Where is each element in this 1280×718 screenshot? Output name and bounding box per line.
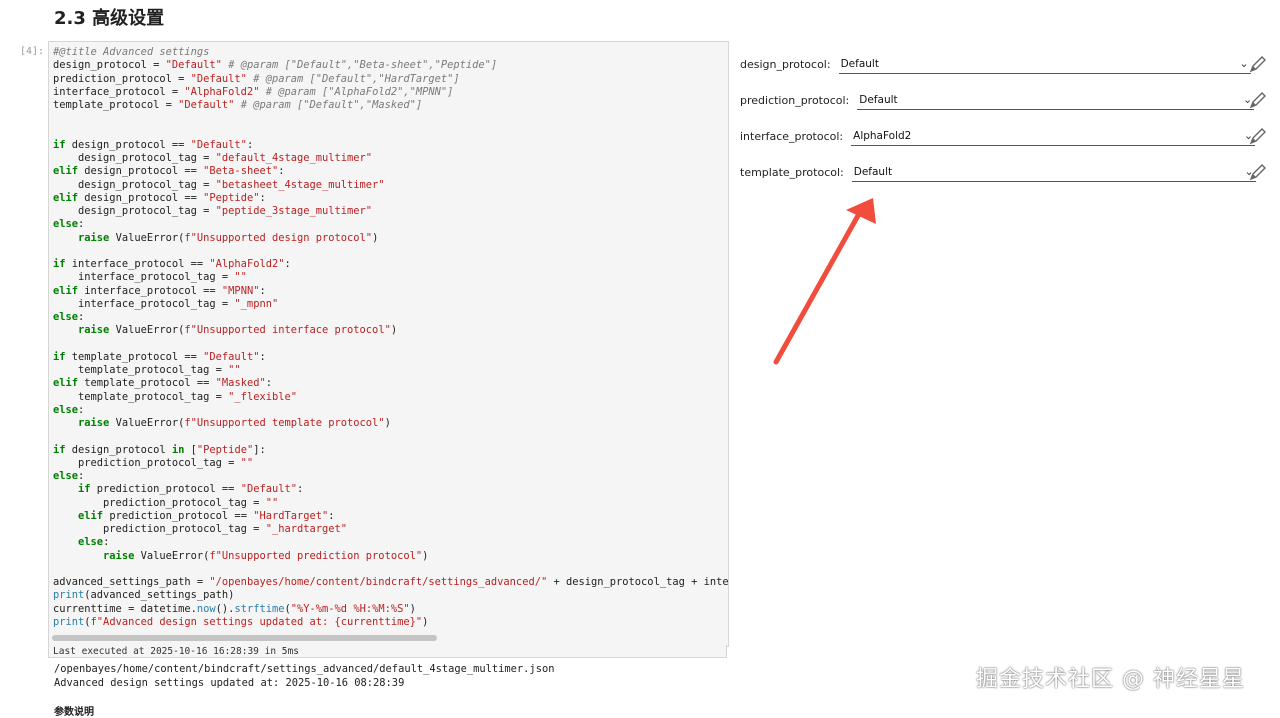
cell-output: /openbayes/home/content/bindcraft/settin… (54, 663, 554, 690)
execution-status: Last executed at 2025-10-16 16:28:39 in … (48, 645, 727, 658)
section-heading: 2.3 高级设置 (54, 8, 165, 29)
form-row-interface-protocol: interface_protocol: AlphaFold2 ⌄ (740, 124, 1256, 148)
form-row-design-protocol: design_protocol: Default ⌄ (740, 52, 1251, 76)
cut-off-heading: 参数说明 (54, 707, 94, 718)
select-value: Default (853, 165, 893, 178)
watermark: 掘金技术社区 @ 神经星星 (976, 667, 1245, 692)
code-cell[interactable]: #@title Advanced settings design_protoco… (48, 41, 729, 647)
pencil-icon[interactable] (1248, 162, 1268, 182)
select-value: AlphaFold2 (853, 129, 912, 142)
output-line: /openbayes/home/content/bindcraft/settin… (54, 663, 555, 675)
form-row-template-protocol: template_protocol: Default ⌄ (740, 160, 1256, 184)
field-label: design_protocol: (740, 57, 831, 71)
interface-protocol-select[interactable]: AlphaFold2 ⌄ (851, 126, 1256, 146)
field-label: prediction_protocol: (740, 93, 850, 107)
prediction-protocol-select[interactable]: Default ⌄ (857, 90, 1255, 110)
select-value: Default (840, 57, 879, 70)
output-line: Advanced design settings updated at: 202… (54, 676, 405, 689)
code-editor[interactable]: #@title Advanced settings design_protoco… (53, 46, 728, 629)
pencil-icon[interactable] (1248, 126, 1268, 146)
field-label: template_protocol: (740, 165, 844, 179)
form-row-prediction-protocol: prediction_protocol: Default ⌄ (740, 88, 1255, 112)
pencil-icon[interactable] (1248, 90, 1268, 110)
select-value: Default (859, 93, 898, 106)
design-protocol-select[interactable]: Default ⌄ (838, 54, 1251, 74)
annotation-arrow (773, 198, 876, 365)
cell-prompt: [4]: (20, 46, 45, 57)
horizontal-scrollbar[interactable] (52, 635, 437, 641)
pencil-icon[interactable] (1248, 54, 1268, 74)
field-label: interface_protocol: (740, 129, 844, 143)
template-protocol-select[interactable]: Default ⌄ (851, 162, 1256, 182)
